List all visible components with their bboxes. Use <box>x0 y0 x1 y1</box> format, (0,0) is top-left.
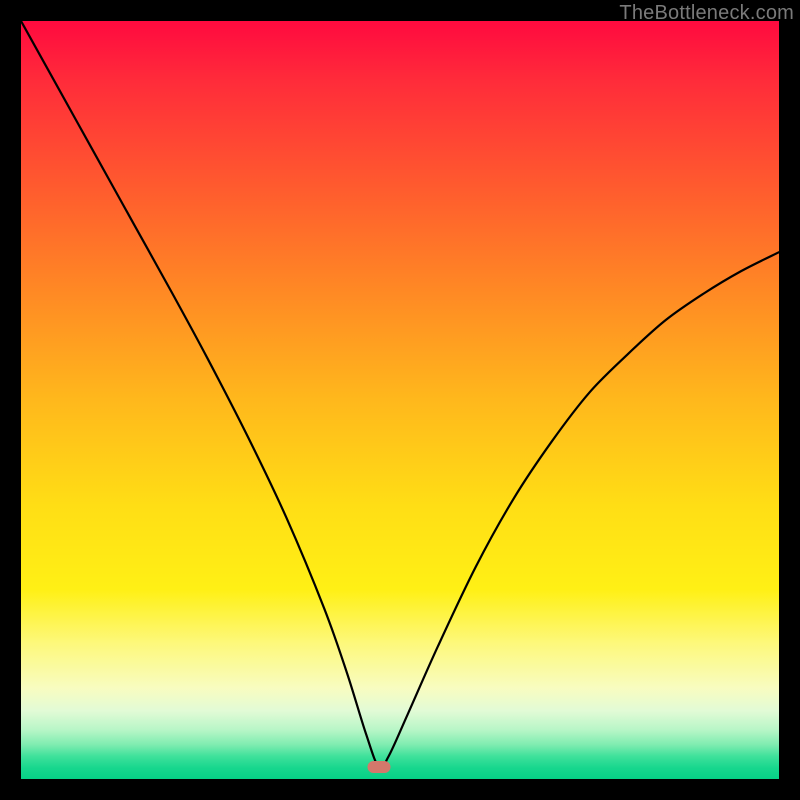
watermark-text: TheBottleneck.com <box>619 2 794 25</box>
chart-frame: TheBottleneck.com <box>0 0 800 800</box>
plot-area <box>21 21 779 779</box>
bottleneck-marker <box>367 761 390 773</box>
bottleneck-curve <box>21 21 779 779</box>
